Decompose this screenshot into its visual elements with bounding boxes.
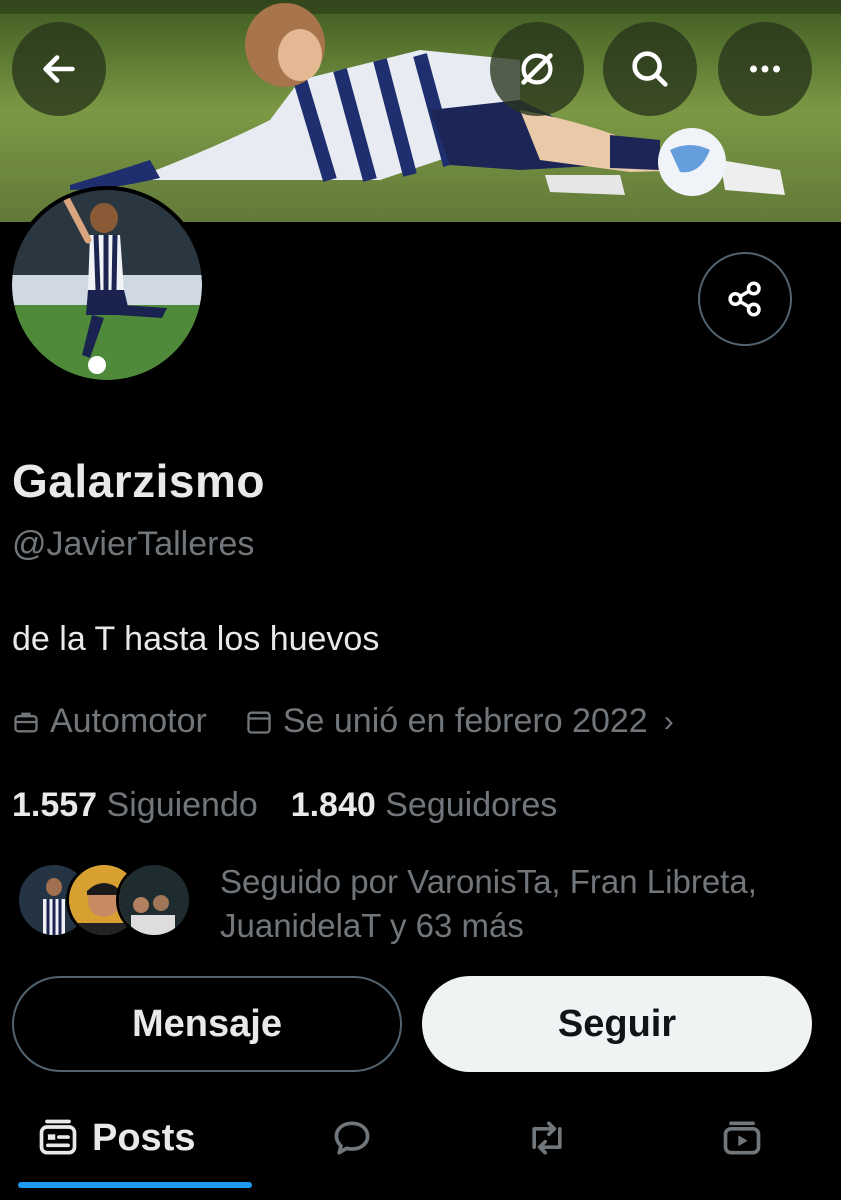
follow-stats: 1.557 Siguiendo 1.840 Seguidores: [12, 786, 557, 825]
followers-count: 1.840: [290, 786, 376, 824]
joined-date: Se unió en febrero 2022: [282, 702, 648, 740]
active-tab-indicator: [18, 1182, 252, 1188]
avatar-image: [12, 190, 202, 380]
followed-by-avatars[interactable]: [16, 862, 192, 938]
replies-icon: [334, 1121, 370, 1155]
back-button[interactable]: [12, 22, 106, 116]
profile-tabs: Posts: [0, 1100, 841, 1200]
profile-meta: Automotor Se unió en febrero 2022 ›: [12, 702, 674, 741]
briefcase-icon: [14, 712, 38, 732]
tab-retweets[interactable]: [525, 1108, 569, 1168]
followed-by-text[interactable]: Seguido por VaronisTa, Fran Libreta, Jua…: [220, 860, 780, 948]
message-button[interactable]: Mensaje: [12, 976, 402, 1072]
more-button[interactable]: [718, 22, 812, 116]
calendar-icon: [247, 711, 271, 734]
share-icon: [728, 281, 761, 317]
share-button[interactable]: [698, 252, 792, 346]
display-name: Galarzismo: [12, 455, 265, 507]
followers-link[interactable]: 1.840 Seguidores: [291, 786, 558, 824]
followers-label: Seguidores: [385, 786, 558, 824]
grok-button[interactable]: [490, 22, 584, 116]
following-label: Siguiendo: [106, 786, 258, 824]
media-icon: [723, 1121, 761, 1155]
tab-posts-label: Posts: [92, 1116, 196, 1159]
search-button[interactable]: [603, 22, 697, 116]
user-handle: @JavierTalleres: [12, 525, 255, 563]
profile-avatar[interactable]: [8, 186, 206, 384]
chevron-right-icon[interactable]: ›: [664, 705, 674, 739]
location-text: Automotor: [50, 702, 207, 740]
follow-button[interactable]: Seguir: [422, 976, 812, 1072]
profile-bio: de la T hasta los huevos: [12, 620, 380, 658]
grok-icon: [521, 53, 553, 85]
more-icon: [750, 65, 780, 73]
search-icon: [632, 51, 668, 87]
back-arrow-icon: [43, 55, 75, 83]
tab-posts[interactable]: Posts: [36, 1108, 195, 1168]
avatar: [116, 862, 192, 938]
following-count: 1.557: [12, 786, 98, 824]
tab-replies[interactable]: [330, 1108, 374, 1168]
following-link[interactable]: 1.557 Siguiendo: [12, 786, 258, 824]
retweet-icon: [532, 1121, 562, 1155]
posts-icon: [39, 1119, 77, 1155]
tab-media[interactable]: [720, 1108, 764, 1168]
